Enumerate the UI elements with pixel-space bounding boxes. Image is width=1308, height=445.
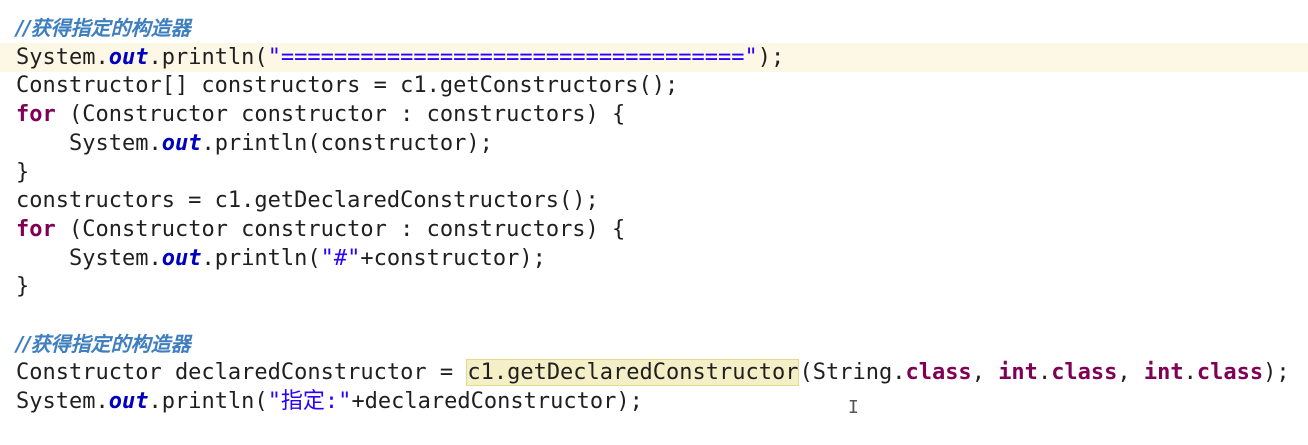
code-text: } (16, 274, 30, 300)
code-text: +constructor); (360, 245, 546, 271)
code-field: out (161, 245, 202, 271)
code-text: } (16, 159, 30, 185)
code-comment: //获得指定的构造器 (16, 331, 191, 356)
code-line[interactable]: System.out.println(constructor); (0, 129, 1308, 158)
code-line[interactable]: for (Constructor constructor : construct… (0, 215, 1308, 244)
code-line[interactable]: } (0, 158, 1308, 187)
code-line[interactable]: } (0, 272, 1308, 301)
code-text: System. (16, 44, 109, 70)
code-text: (String. (799, 360, 906, 386)
code-keyword: for (16, 216, 56, 242)
code-text: Constructor declaredConstructor = (16, 360, 467, 386)
code-keyword: int (998, 360, 1038, 386)
code-field: out (108, 389, 149, 415)
code-line[interactable]: for (Constructor constructor : construct… (0, 100, 1308, 129)
code-keyword: class (1051, 360, 1118, 386)
code-string: "指定:" (267, 389, 352, 415)
text-cursor-icon: I (848, 397, 859, 418)
code-text: Constructor[] constructors = c1.getConst… (16, 73, 679, 99)
code-keyword: for (16, 102, 56, 128)
code-text: .println( (148, 389, 268, 415)
code-text: System. (16, 389, 109, 415)
code-keyword: int (1143, 360, 1184, 386)
code-text: (Constructor constructor : constructors)… (55, 102, 626, 128)
code-highlight: c1.getDeclaredConstructor (466, 359, 800, 387)
code-text: .println(constructor); (201, 130, 493, 156)
code-line[interactable]: System.out.println("指定:"+declaredConstru… (0, 387, 1308, 416)
code-text: .println( (148, 44, 268, 70)
code-text: +declaredConstructor); (351, 389, 643, 415)
code-text: . (1037, 360, 1052, 386)
code-text: , (1117, 360, 1144, 386)
code-text: , (971, 360, 999, 386)
code-text: . (1183, 360, 1197, 386)
code-line[interactable]: Constructor declaredConstructor = c1.get… (0, 358, 1308, 387)
code-text: (Constructor constructor : constructors)… (55, 216, 626, 242)
code-line[interactable]: //获得指定的构造器 (0, 14, 1308, 43)
code-line[interactable]: constructors = c1.getDeclaredConstructor… (0, 186, 1308, 215)
code-keyword: class (1196, 360, 1264, 386)
code-field: out (161, 130, 202, 156)
code-line[interactable]: System.out.println("====================… (0, 42, 1308, 72)
code-text: .println( (201, 245, 321, 271)
code-field: out (108, 44, 149, 70)
code-text: System. (16, 130, 162, 156)
code-line[interactable] (0, 301, 1308, 330)
code-text: ); (1263, 360, 1290, 386)
code-line[interactable]: //获得指定的构造器 (0, 330, 1308, 359)
code-string: "#" (320, 245, 361, 271)
code-text: constructors = c1.getDeclaredConstructor… (16, 188, 599, 214)
code-keyword: class (905, 360, 972, 386)
code-editor[interactable]: //获得指定的构造器 System.out.println("==========… (0, 0, 1308, 445)
code-comment: //获得指定的构造器 (16, 16, 191, 40)
code-string: "===================================" (267, 44, 758, 70)
code-line[interactable]: System.out.println("#"+constructor); (0, 244, 1308, 273)
code-text: System. (16, 245, 162, 271)
code-text: ); (757, 44, 785, 70)
code-line[interactable]: Constructor[] constructors = c1.getConst… (0, 71, 1308, 100)
